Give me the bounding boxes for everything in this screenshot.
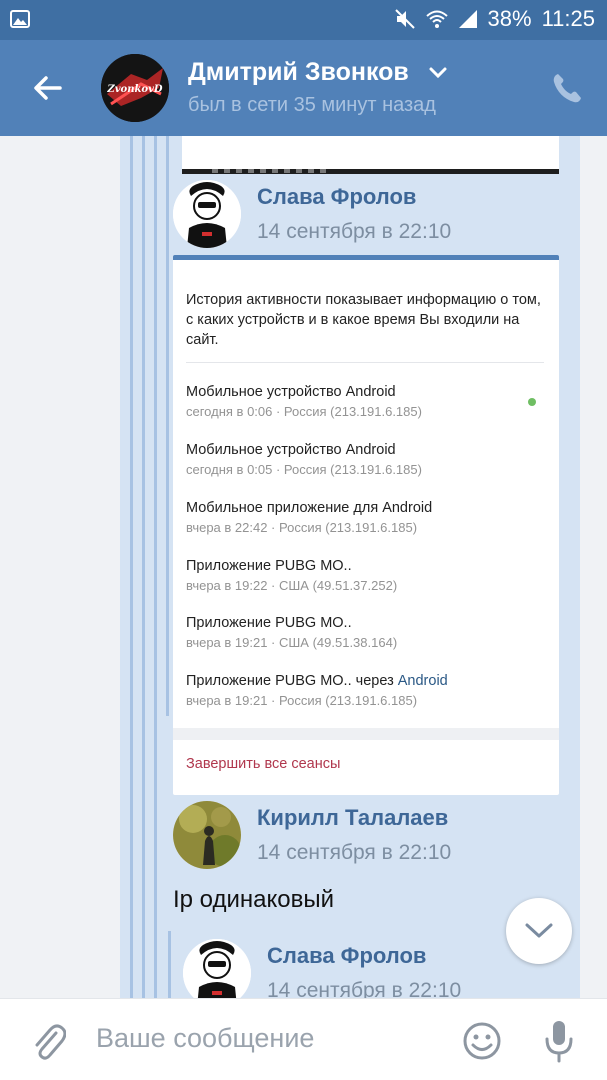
- session-details: сегодня в 0:05 · Россия (213.191.6.185): [186, 462, 422, 477]
- forward-quote-line: [142, 136, 145, 998]
- battery-text: 38%: [487, 6, 532, 31]
- status-bar: 38% 11:25: [0, 0, 607, 40]
- session-details: вчера в 22:42 · Россия (213.191.6.185): [186, 520, 418, 535]
- session-details: вчера в 19:22 · США (49.51.37.252): [186, 578, 398, 593]
- forward-quote-line: [130, 136, 133, 998]
- card-gap: [173, 728, 559, 740]
- microphone-icon[interactable]: [543, 1019, 575, 1063]
- session-title: Приложение PUBG MO..: [186, 615, 352, 631]
- chat-header: ZvonkovD Дмитрий Звонков был в сети 35 м…: [0, 40, 607, 136]
- author-avatar[interactable]: [173, 801, 241, 869]
- session-item: Мобильное приложение для Android вчера в…: [186, 500, 432, 535]
- avatar-logo-text: ZvonkovD: [106, 84, 162, 95]
- session-item: Приложение PUBG MO.. вчера в 19:22 · США…: [186, 558, 397, 593]
- session-item: Приложение PUBG MO.. вчера в 19:21 · США…: [186, 615, 397, 650]
- message-list[interactable]: Слава Фролов 14 сентября в 22:10 История…: [0, 136, 607, 998]
- back-arrow-icon[interactable]: [30, 70, 66, 106]
- signal-icon: [458, 9, 478, 29]
- contact-avatar[interactable]: ZvonkovD: [101, 54, 169, 122]
- last-seen-status: был в сети 35 минут назад: [188, 94, 436, 116]
- chevron-down-icon[interactable]: [428, 66, 448, 80]
- message-text: Ip одинаковый: [173, 886, 335, 913]
- message-input[interactable]: Ваше сообщение: [96, 1023, 314, 1054]
- author-name[interactable]: Слава Фролов: [257, 184, 416, 210]
- message-date: 14 сентября в 22:10: [257, 841, 452, 864]
- activity-intro-text: История активности показывает информацию…: [186, 292, 541, 348]
- screenshot-taskbar: [182, 169, 559, 174]
- session-details: вчера в 19:21 · Россия (213.191.6.185): [186, 693, 418, 708]
- forward-quote-line: [166, 136, 169, 716]
- wifi-icon: [425, 9, 448, 29]
- session-title: Мобильное устройство Android: [186, 384, 396, 400]
- author-name[interactable]: Слава Фролов: [267, 943, 426, 969]
- message-date: 14 сентября в 22:10: [257, 220, 452, 243]
- mute-icon: [394, 8, 416, 30]
- clock-text: 11:25: [541, 6, 595, 31]
- scroll-down-button[interactable]: [506, 898, 572, 964]
- session-details: сегодня в 0:06 · Россия (213.191.6.185): [186, 404, 422, 419]
- gallery-icon: [10, 10, 30, 28]
- activity-history-image[interactable]: История активности показывает информацию…: [173, 255, 559, 795]
- session-details: вчера в 19:21 · США (49.51.38.164): [186, 635, 398, 650]
- session-title: Приложение PUBG MO..: [186, 558, 352, 574]
- session-title: Мобильное приложение для Android: [186, 500, 433, 516]
- divider: [186, 362, 544, 363]
- android-link: Android: [397, 673, 448, 689]
- session-title: Приложение PUBG MO.. через Android: [186, 673, 448, 689]
- contact-name[interactable]: Дмитрий Звонков: [188, 58, 409, 87]
- session-title: Мобильное устройство Android: [186, 442, 396, 458]
- message-composer: Ваше сообщение: [0, 998, 607, 1080]
- online-indicator: [528, 398, 536, 406]
- attach-icon[interactable]: [30, 1021, 67, 1061]
- forward-quote-line: [168, 931, 171, 998]
- chevron-down-icon: [525, 923, 553, 938]
- attached-screenshot[interactable]: [182, 136, 559, 174]
- forward-quote-line: [154, 136, 157, 998]
- author-name[interactable]: Кирилл Талалаев: [257, 805, 448, 831]
- emoji-icon[interactable]: [462, 1021, 502, 1061]
- author-avatar[interactable]: [173, 180, 241, 248]
- session-item: Мобильное устройство Android сегодня в 0…: [186, 384, 422, 419]
- session-item: Приложение PUBG MO.. через Android вчера…: [186, 673, 448, 708]
- phone-icon[interactable]: [552, 72, 582, 104]
- message-date: 14 сентября в 22:10: [267, 979, 462, 998]
- session-item: Мобильное устройство Android сегодня в 0…: [186, 442, 422, 477]
- end-all-sessions-link: Завершить все сеансы: [186, 756, 341, 772]
- author-avatar[interactable]: [183, 939, 251, 998]
